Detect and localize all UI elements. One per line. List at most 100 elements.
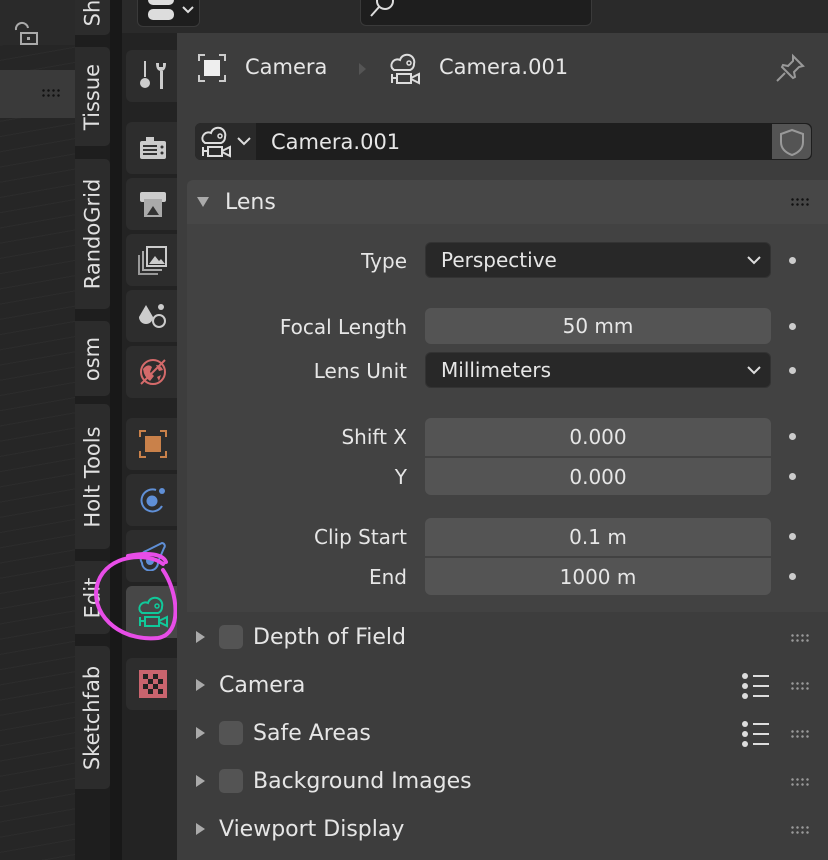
tab-scene[interactable] [126,290,179,342]
sidebar-tab-osm[interactable]: osm [75,321,110,396]
shift-y-label: Y [394,465,407,489]
datablock-name-input[interactable]: Camera.001 [257,123,770,160]
tab-label: Sketchfab [80,665,105,770]
drag-handle-icon[interactable] [41,88,61,98]
lock-icon[interactable] [12,18,42,46]
panel-title: Background Images [253,768,472,794]
viewport-header [0,0,75,45]
panel-title: Camera [219,672,306,698]
keyframe-dot[interactable] [789,257,796,264]
background-images-checkbox[interactable] [219,769,243,793]
tab-physics[interactable] [126,474,179,526]
tab-texture[interactable] [126,658,179,710]
keyframe-dot[interactable] [789,367,796,374]
type-dropdown[interactable]: Perspective [425,242,771,278]
chevron-down-icon [747,366,761,375]
sidebar-tab-sketchfab[interactable]: Sketchfab [75,646,110,789]
lens-unit-label: Lens Unit [313,359,407,383]
sidebar-tabs: Sh Tissue RandoGrid osm Holt Tools Edit … [75,0,110,860]
triangle-down-icon [197,197,209,207]
breadcrumb: Camera Camera.001 [177,33,828,113]
keyframe-dot[interactable] [789,473,796,480]
output-icon [139,192,166,217]
triangle-right-icon [196,823,205,835]
tab-object[interactable] [126,418,179,470]
properties-tab-list [122,0,179,860]
breadcrumb-separator-icon [359,63,366,75]
properties-header [122,0,828,33]
tab-label: Tissue [80,63,105,130]
clip-start-field[interactable]: 0.1 m [425,518,771,556]
type-label: Type [361,249,407,273]
sidebar-tab-randogrid[interactable]: RandoGrid [75,159,110,309]
keyframe-dot[interactable] [789,573,796,580]
properties-main: Camera Camera.001 Camera.001 Lens Type P… [177,33,828,860]
tab-render[interactable] [126,122,179,174]
tab-output[interactable] [126,178,179,230]
safe-areas-checkbox[interactable] [219,721,243,745]
3d-viewport[interactable] [0,0,75,860]
shift-x-field[interactable]: 0.000 [425,418,771,456]
shield-icon [780,128,804,156]
camera-panel-header[interactable]: Camera [177,661,828,709]
focal-length-field[interactable]: 50 mm [425,308,771,344]
datablock-selector: Camera.001 [195,123,812,160]
datablock-browse-button[interactable] [195,123,256,160]
drag-handle-icon[interactable] [790,197,810,207]
camera-data-icon [390,53,420,85]
sidebar-tab-holt-tools[interactable]: Holt Tools [75,404,110,549]
triangle-right-icon [196,679,205,691]
drag-handle-icon[interactable] [790,633,810,643]
drag-handle-icon[interactable] [790,729,810,739]
drag-handle-icon[interactable] [790,825,810,835]
panel-title: Depth of Field [253,624,406,650]
type-value: Perspective [441,248,557,272]
panel-title: Viewport Display [219,816,405,842]
keyframe-dot[interactable] [789,533,796,540]
lens-unit-dropdown[interactable]: Millimeters [425,352,771,388]
camera-data-icon [201,126,231,158]
sidebar-tab-tissue[interactable]: Tissue [75,47,110,146]
object-icon [198,54,226,82]
background-images-panel-header[interactable]: Background Images [177,757,828,805]
presets-icon[interactable] [742,721,772,747]
panel-title: Lens [225,189,276,215]
area-divider[interactable] [110,0,122,860]
render-icon [139,137,166,159]
search-input[interactable] [360,0,592,26]
keyframe-dot[interactable] [789,323,796,330]
world-icon [139,359,166,385]
drag-handle-icon[interactable] [790,681,810,691]
clip-start-label: Clip Start [314,525,407,549]
object-icon [138,430,167,458]
annotation-circle [94,552,178,641]
texture-icon [138,670,167,698]
pin-icon[interactable] [775,53,807,85]
fake-user-button[interactable] [772,124,811,159]
triangle-right-icon [196,631,205,643]
lens-unit-value: Millimeters [441,358,552,382]
presets-icon[interactable] [742,673,772,699]
viewport-display-panel-header[interactable]: Viewport Display [177,805,828,853]
viewport-panel-header[interactable] [0,70,75,118]
tab-world[interactable] [126,346,179,398]
shift-y-field[interactable]: 0.000 [425,458,771,495]
keyframe-dot[interactable] [789,433,796,440]
chevron-down-icon [237,137,251,146]
chevron-down-icon [747,256,761,265]
clip-end-label: End [368,565,407,589]
clip-end-field[interactable]: 1000 m [425,558,771,595]
drag-handle-icon[interactable] [790,777,810,787]
shift-x-label: Shift X [341,425,407,449]
sidebar-tab-sh[interactable]: Sh [75,0,110,35]
safe-areas-panel-header[interactable]: Safe Areas [177,709,828,757]
breadcrumb-data: Camera.001 [439,55,569,79]
triangle-right-icon [196,727,205,739]
tab-label: osm [80,336,105,381]
lens-panel-header[interactable]: Lens [187,180,828,224]
depth-of-field-panel-header[interactable]: Depth of Field [177,613,828,661]
tab-tool[interactable] [126,50,179,102]
depth-of-field-checkbox[interactable] [219,625,243,649]
tab-view-layer[interactable] [126,234,179,286]
panel-title: Safe Areas [253,720,371,746]
